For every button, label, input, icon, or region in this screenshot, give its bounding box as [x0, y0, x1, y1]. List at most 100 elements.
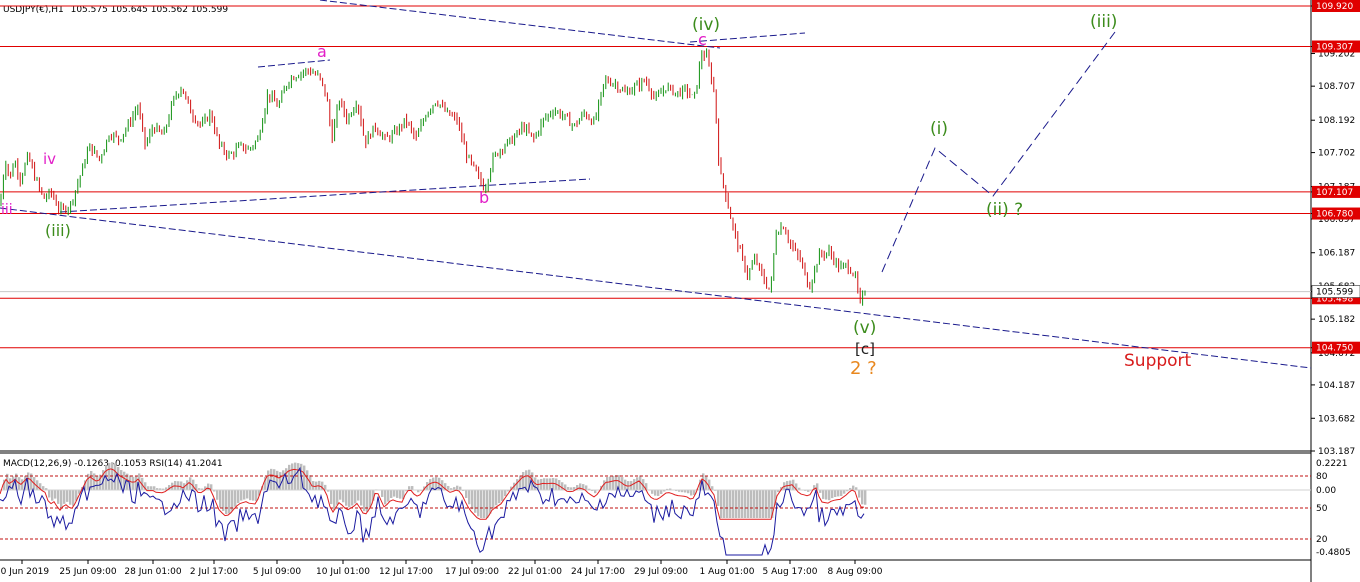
macd-bar	[180, 481, 183, 490]
support-label: Support	[1124, 351, 1192, 371]
macd-bar	[69, 490, 72, 505]
macd-bar	[72, 490, 75, 506]
macd-bar	[96, 475, 99, 490]
macd-bar	[750, 490, 753, 518]
macd-bar	[738, 490, 741, 518]
price-tick-label: 108.192	[1318, 116, 1355, 126]
macd-bar	[756, 490, 759, 518]
wave-label-a: a	[317, 42, 327, 61]
macd-bar	[585, 485, 588, 490]
wave-label-iii-green: (iii)	[45, 221, 71, 240]
macd-bar	[480, 490, 483, 518]
macd-bar	[657, 490, 660, 496]
time-tick-label: 12 Jul 17:00	[379, 567, 433, 577]
macd-bar	[468, 490, 471, 505]
time-tick-label: 29 Jul 09:00	[634, 567, 688, 577]
macd-bar	[54, 490, 57, 499]
macd-bar	[825, 490, 828, 500]
macd-bar	[339, 490, 342, 500]
macd-bar	[393, 490, 396, 497]
wave-label-iv-pink: iv	[43, 150, 56, 168]
macd-bar	[243, 490, 246, 500]
macd-bar	[690, 490, 693, 496]
macd-bar	[255, 490, 258, 502]
time-tick-label: 28 Jun 01:00	[124, 567, 181, 577]
price-tick-label: 106.187	[1318, 249, 1355, 259]
macd-bar	[501, 490, 504, 501]
macd-bar	[717, 490, 720, 506]
macd-bar	[237, 490, 240, 504]
rsi-tick-label: 50	[1316, 504, 1328, 514]
macd-bar	[345, 490, 348, 506]
macd-bar	[636, 477, 639, 490]
rsi-tick-label: 20	[1316, 535, 1328, 545]
macd-bar	[273, 469, 276, 490]
macd-bar	[741, 490, 744, 518]
macd-bar	[51, 490, 54, 501]
macd-bar	[228, 490, 231, 514]
macd-bar	[60, 490, 63, 508]
macd-bar	[336, 490, 339, 505]
macd-bar	[549, 478, 552, 490]
wave-label-iii-left: iii	[1, 202, 13, 218]
macd-bar	[249, 490, 252, 501]
macd-bar	[768, 490, 771, 518]
macd-bar	[474, 490, 477, 513]
macd-bar	[348, 490, 351, 508]
price-tick-label: 103.187	[1318, 447, 1355, 457]
macd-bar	[735, 490, 738, 518]
level-price-label: 109.920	[1316, 2, 1353, 12]
macd-bar	[828, 490, 831, 501]
macd-bar	[834, 490, 837, 498]
macd-bar	[492, 490, 495, 508]
level-price-label: 104.750	[1316, 344, 1353, 354]
macd-bar	[612, 475, 615, 490]
macd-bar	[384, 490, 387, 505]
macd-bar	[219, 490, 222, 508]
macd-bar	[519, 475, 522, 490]
time-tick-label: 24 Jul 17:00	[571, 567, 625, 577]
macd-bar	[471, 490, 474, 510]
macd-bar	[822, 490, 825, 499]
price-tick-label: 105.182	[1318, 315, 1355, 325]
current-price-label: 105.599	[1316, 288, 1353, 298]
macd-bar	[543, 478, 546, 490]
time-tick-label: 10 Jul 01:00	[316, 567, 370, 577]
macd-bar	[723, 490, 726, 518]
macd-bar	[447, 485, 450, 490]
price-tick-label: 103.682	[1318, 414, 1355, 424]
macd-bar	[354, 490, 357, 504]
price-tick-label: 104.187	[1318, 381, 1355, 391]
macd-bar	[342, 490, 345, 503]
macd-bar	[216, 490, 219, 500]
macd-bar	[42, 486, 45, 490]
macd-bar	[63, 490, 66, 504]
macd-bar	[762, 490, 765, 518]
macd-bar	[729, 490, 732, 518]
time-tick-label: 20 Jun 2019	[0, 567, 49, 577]
macd-bar	[747, 490, 750, 518]
macd-bar	[861, 490, 864, 505]
macd-tick-label: 0.00	[1316, 486, 1336, 496]
macd-tick-label: 0.2221	[1316, 459, 1348, 469]
macd-bar	[252, 490, 255, 501]
macd-bar	[351, 490, 354, 506]
macd-bar	[744, 490, 747, 518]
macd-bar	[360, 490, 363, 506]
macd-bar	[147, 486, 150, 490]
wave-label-iv-green: (iv)	[692, 15, 720, 35]
macd-bar	[132, 476, 135, 490]
price-tick-label: 108.707	[1318, 82, 1355, 92]
wave-label-b: b	[479, 188, 489, 207]
macd-bar	[366, 490, 369, 512]
macd-bar	[483, 490, 486, 518]
wave-label-two: 2 ?	[850, 358, 877, 379]
macd-bar	[843, 490, 846, 494]
macd-bar	[726, 490, 729, 518]
macd-bar	[408, 486, 411, 490]
macd-bar	[765, 490, 768, 518]
time-tick-label: 1 Aug 01:00	[700, 567, 755, 577]
macd-bar	[858, 490, 861, 498]
macd-bar	[411, 486, 414, 490]
wave-label-iii-future: (iii)	[1090, 12, 1117, 32]
